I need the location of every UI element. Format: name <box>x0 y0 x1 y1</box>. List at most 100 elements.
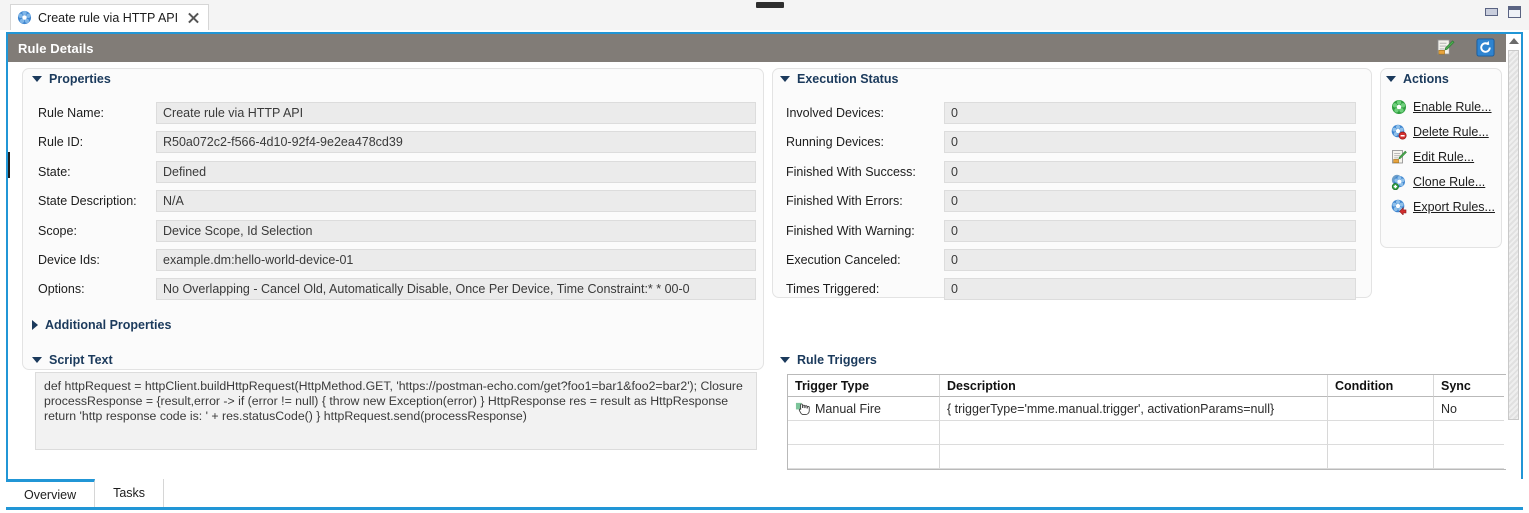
finished-with-errors-value[interactable]: 0 <box>944 190 1356 212</box>
field-label: Options: <box>38 282 85 296</box>
maximize-icon[interactable] <box>1508 6 1521 18</box>
script-text-area[interactable]: def httpRequest = httpClient.buildHttpRe… <box>35 372 757 450</box>
actions-section-header[interactable]: Actions <box>1386 72 1449 86</box>
field-label: Execution Canceled: <box>786 253 901 267</box>
cell-trigger-type <box>788 445 940 469</box>
tab-tasks[interactable]: Tasks <box>95 479 165 507</box>
window-drag-handle[interactable] <box>756 2 784 8</box>
table-row[interactable] <box>788 421 1506 445</box>
table-row[interactable] <box>788 445 1506 469</box>
field-label: Rule Name: <box>38 106 104 120</box>
bottom-tab-bar: Overview Tasks <box>6 479 1523 507</box>
field-label: Running Devices: <box>786 135 884 149</box>
field-label: State: <box>38 165 71 179</box>
content-area: Properties Rule Name: Create rule via HT… <box>10 62 1507 482</box>
field-label: Rule ID: <box>38 135 84 149</box>
cell-trigger-type <box>788 421 940 445</box>
field-label: Finished With Errors: <box>786 194 903 208</box>
page-title: Rule Details <box>18 40 94 56</box>
edit-rule-action[interactable]: Edit Rule... <box>1391 149 1474 165</box>
rule-name-value[interactable]: Create rule via HTTP API <box>156 102 756 124</box>
tab-overview[interactable]: Overview <box>6 479 96 507</box>
field-state-description: State Description: N/A <box>38 190 756 212</box>
view-toolbar <box>1436 38 1495 57</box>
field-execution-canceled: Execution Canceled: 0 <box>786 249 1356 271</box>
chevron-down-icon <box>1386 76 1396 82</box>
export-rules-action[interactable]: Export Rules... <box>1391 199 1495 215</box>
times-triggered-value[interactable]: 0 <box>944 278 1356 300</box>
field-times-triggered: Times Triggered: 0 <box>786 278 1356 300</box>
editor-tab[interactable]: Create rule via HTTP API <box>10 4 210 30</box>
script-text-section-header[interactable]: Script Text <box>32 353 113 367</box>
field-rule-name: Rule Name: Create rule via HTTP API <box>38 102 756 124</box>
minimize-icon[interactable] <box>1485 8 1498 16</box>
column-header-trigger-type[interactable]: Trigger Type <box>788 375 940 397</box>
field-label: Finished With Success: <box>786 165 916 179</box>
cell-sync <box>1434 445 1504 469</box>
clone-rule-action[interactable]: Clone Rule... <box>1391 174 1485 190</box>
field-scope: Scope: Device Scope, Id Selection <box>38 220 756 242</box>
execution-status-heading: Execution Status <box>797 72 899 86</box>
field-label: Times Triggered: <box>786 282 880 296</box>
cell-trigger-type: Manual Fire <box>788 397 940 421</box>
scroll-up-icon[interactable] <box>1508 36 1519 47</box>
scrollbar-thumb[interactable] <box>1508 50 1519 420</box>
column-header-sync[interactable]: Sync <box>1434 375 1504 397</box>
scope-value[interactable]: Device Scope, Id Selection <box>156 220 756 242</box>
field-device-ids: Device Ids: example.dm:hello-world-devic… <box>38 249 756 271</box>
field-label: Involved Devices: <box>786 106 884 120</box>
enable-rule-action[interactable]: Enable Rule... <box>1391 99 1492 115</box>
rule-details-view: Rule Details Properties Rule Name: Creat… <box>6 32 1523 510</box>
additional-properties-section-header[interactable]: Additional Properties <box>32 318 171 332</box>
chevron-down-icon <box>32 357 42 363</box>
chevron-down-icon <box>780 76 790 82</box>
rule-id-value[interactable]: R50a072c2-f566-4d10-92f4-9e2ea478cd39 <box>156 131 756 153</box>
rule-triggers-table: Trigger Type Description Condition Sync … <box>787 374 1507 470</box>
trigger-type-label: Manual Fire <box>815 401 881 416</box>
properties-section-header[interactable]: Properties <box>32 72 111 86</box>
field-rule-id: Rule ID: R50a072c2-f566-4d10-92f4-9e2ea4… <box>38 131 756 153</box>
delete-rule-action[interactable]: Delete Rule... <box>1391 124 1489 140</box>
cell-condition <box>1328 421 1434 445</box>
edit-pencil-icon[interactable] <box>1436 38 1455 57</box>
column-header-description[interactable]: Description <box>940 375 1328 397</box>
vertical-scrollbar[interactable] <box>1506 34 1521 508</box>
field-label: Device Ids: <box>38 253 100 267</box>
options-value[interactable]: No Overlapping - Cancel Old, Automatical… <box>156 278 756 300</box>
action-label: Export Rules... <box>1413 200 1495 214</box>
field-finished-with-errors: Finished With Errors: 0 <box>786 190 1356 212</box>
additional-properties-heading: Additional Properties <box>45 318 172 332</box>
table-row[interactable]: Manual Fire { triggerType='mme.manual.tr… <box>788 397 1506 421</box>
involved-devices-value[interactable]: 0 <box>944 102 1356 124</box>
execution-status-section-header[interactable]: Execution Status <box>780 72 898 86</box>
column-header-condition[interactable]: Condition <box>1328 375 1434 397</box>
state-value[interactable]: Defined <box>156 161 756 183</box>
view-header: Rule Details <box>8 34 1521 62</box>
chevron-down-icon <box>32 76 42 82</box>
field-finished-with-success: Finished With Success: 0 <box>786 161 1356 183</box>
properties-heading: Properties <box>49 72 111 86</box>
refresh-icon[interactable] <box>1476 38 1495 57</box>
edit-rule-icon <box>1392 150 1407 164</box>
field-label: Finished With Warning: <box>786 224 915 238</box>
chevron-down-icon <box>780 357 790 363</box>
device-ids-value[interactable]: example.dm:hello-world-device-01 <box>156 249 756 271</box>
chevron-right-icon <box>32 320 38 330</box>
finished-with-warning-value[interactable]: 0 <box>944 220 1356 242</box>
finished-with-success-value[interactable]: 0 <box>944 161 1356 183</box>
export-rules-icon <box>1391 199 1407 215</box>
field-options: Options: No Overlapping - Cancel Old, Au… <box>38 278 756 300</box>
editor-tab-label: Create rule via HTTP API <box>38 10 179 25</box>
table-header-row: Trigger Type Description Condition Sync <box>788 375 1506 397</box>
rule-triggers-heading: Rule Triggers <box>797 353 877 367</box>
actions-heading: Actions <box>1403 72 1449 86</box>
state-description-value[interactable]: N/A <box>156 190 756 212</box>
rule-triggers-section-header[interactable]: Rule Triggers <box>780 353 877 367</box>
cell-description <box>940 421 1328 445</box>
action-label: Delete Rule... <box>1413 125 1489 139</box>
cell-description: { triggerType='mme.manual.trigger', acti… <box>940 397 1328 421</box>
close-icon[interactable] <box>187 11 200 24</box>
delete-rule-icon <box>1391 124 1407 140</box>
running-devices-value[interactable]: 0 <box>944 131 1356 153</box>
execution-canceled-value[interactable]: 0 <box>944 249 1356 271</box>
